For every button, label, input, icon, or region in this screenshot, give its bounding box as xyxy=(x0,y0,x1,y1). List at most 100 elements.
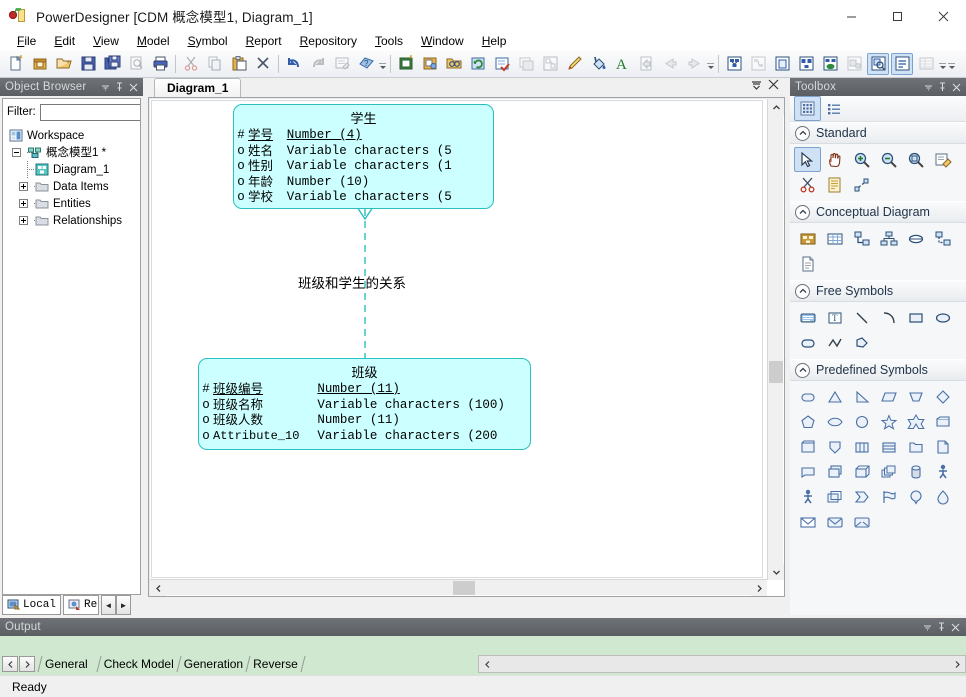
browse-diagram-button[interactable] xyxy=(443,53,465,75)
shape-stack-icon[interactable] xyxy=(821,459,848,484)
diagram-canvas[interactable]: 学生 # 学号 Number (4) o 姓名 Variable charact… xyxy=(151,100,763,578)
print-button[interactable] xyxy=(149,53,171,75)
free-arc-icon[interactable] xyxy=(875,305,902,330)
data-item-list-button[interactable] xyxy=(771,53,793,75)
shape-right-triangle-icon[interactable] xyxy=(848,384,875,409)
menu-repository[interactable]: Repository xyxy=(291,33,366,50)
help-button[interactable]: ? xyxy=(355,53,377,75)
tree-expander-data-items[interactable] xyxy=(19,182,28,191)
browser-menu-icon[interactable] xyxy=(98,79,112,95)
paste-button[interactable] xyxy=(228,53,250,75)
menu-tools[interactable]: Tools xyxy=(366,33,412,50)
shape-columns-icon[interactable] xyxy=(848,434,875,459)
redo-button[interactable] xyxy=(307,53,329,75)
output-scroll-left[interactable] xyxy=(479,656,495,672)
shape-cylinder-icon[interactable] xyxy=(902,459,929,484)
shape-drop-icon[interactable] xyxy=(929,484,956,509)
note-icon[interactable] xyxy=(821,172,848,197)
link-icon[interactable] xyxy=(848,172,875,197)
toolbox-group-free-symbols[interactable]: Free Symbols xyxy=(790,280,966,302)
new-package-button[interactable] xyxy=(29,53,51,75)
shape-diamond-icon[interactable] xyxy=(929,384,956,409)
list-view-icon[interactable] xyxy=(821,96,848,121)
tree-item-diagram[interactable]: Diagram_1 xyxy=(7,161,140,178)
zoom-out-icon[interactable] xyxy=(875,147,902,172)
close-button[interactable] xyxy=(920,0,966,32)
new-model-button[interactable] xyxy=(5,53,27,75)
entity-icon[interactable] xyxy=(794,226,821,251)
shape-actor2-icon[interactable] xyxy=(794,484,821,509)
free-rectangle-icon[interactable] xyxy=(902,305,929,330)
shape-rounded-icon[interactable] xyxy=(794,384,821,409)
menu-view[interactable]: View xyxy=(84,33,128,50)
shape-envelope-back-icon[interactable] xyxy=(848,509,875,534)
shape-trapezoid-icon[interactable] xyxy=(902,384,929,409)
browser-pin-icon[interactable] xyxy=(112,79,126,95)
free-rounded-rect-icon[interactable] xyxy=(794,330,821,355)
tree-item-workspace[interactable]: Workspace xyxy=(7,127,140,144)
free-line-icon[interactable] xyxy=(848,305,875,330)
canvas-scroll-up[interactable] xyxy=(768,99,784,115)
toolbox-menu-icon[interactable] xyxy=(921,79,935,95)
open-model-button[interactable] xyxy=(53,53,75,75)
save-all-button[interactable] xyxy=(101,53,123,75)
tree-expander-entities[interactable] xyxy=(19,199,28,208)
shape-actor-icon[interactable] xyxy=(929,459,956,484)
output-text-area[interactable] xyxy=(2,638,480,655)
zoom-in-icon[interactable] xyxy=(848,147,875,172)
shape-document-icon[interactable] xyxy=(929,434,956,459)
output-pin-icon[interactable] xyxy=(934,619,948,635)
entity-list-button[interactable] xyxy=(723,53,745,75)
browser-tab-repository[interactable]: Re xyxy=(63,595,100,615)
font-button[interactable]: A xyxy=(611,53,633,75)
canvas-hscrollbar[interactable] xyxy=(150,579,767,596)
shape-layers-icon[interactable] xyxy=(821,484,848,509)
toolbar-overflow-4[interactable] xyxy=(947,54,956,74)
menu-report[interactable]: Report xyxy=(237,33,291,50)
toolbox-group-standard[interactable]: Standard xyxy=(790,122,966,144)
shape-flag-icon[interactable] xyxy=(875,484,902,509)
toolbar-overflow-2[interactable] xyxy=(706,54,715,74)
toolbox-pin-icon[interactable] xyxy=(935,79,949,95)
prev-button[interactable] xyxy=(659,53,681,75)
canvas-scroll-down[interactable] xyxy=(768,564,784,580)
shape-parallelogram-icon[interactable] xyxy=(875,384,902,409)
shape-balloon-icon[interactable] xyxy=(902,484,929,509)
fill-color-button[interactable] xyxy=(587,53,609,75)
menu-symbol[interactable]: Symbol xyxy=(179,33,237,50)
file-icon[interactable] xyxy=(794,251,821,276)
browser-close-icon[interactable] xyxy=(126,79,140,95)
format-brush-button[interactable] xyxy=(563,53,585,75)
output-tab-generation[interactable]: Generation xyxy=(183,655,244,673)
output-tab-general[interactable]: General xyxy=(45,655,94,673)
open-package-icon[interactable] xyxy=(929,147,956,172)
toolbar-overflow-3[interactable] xyxy=(938,54,947,74)
shape-triangle-icon[interactable] xyxy=(821,384,848,409)
output-scroll-right[interactable] xyxy=(949,656,965,672)
menu-help[interactable]: Help xyxy=(473,33,516,50)
relationship-list-button[interactable] xyxy=(747,53,769,75)
canvas-hscroll-thumb[interactable] xyxy=(453,581,475,595)
shape-pentagon-icon[interactable] xyxy=(794,409,821,434)
tree-expander-model[interactable] xyxy=(12,148,21,157)
output-tab-reverse[interactable]: Reverse xyxy=(253,655,298,673)
output-menu-icon[interactable] xyxy=(920,619,934,635)
browser-tab-prev[interactable]: ◄ xyxy=(101,595,117,615)
shape-shield-icon[interactable] xyxy=(821,434,848,459)
canvas-vscrollbar[interactable] xyxy=(767,99,784,580)
save-button[interactable] xyxy=(77,53,99,75)
shadow-button[interactable] xyxy=(515,53,537,75)
next-button[interactable] xyxy=(683,53,705,75)
canvas-scroll-right[interactable] xyxy=(751,580,767,596)
shape-table-icon[interactable] xyxy=(875,434,902,459)
grid-view-icon[interactable] xyxy=(794,96,821,121)
tab-close-icon[interactable] xyxy=(768,79,779,90)
canvas-vscroll-thumb[interactable] xyxy=(769,361,783,383)
tab-diagram-1[interactable]: Diagram_1 xyxy=(154,78,242,97)
tree-item-model[interactable]: 概念模型1 * xyxy=(7,144,140,161)
shape-cube-icon[interactable] xyxy=(848,459,875,484)
shape-circle-icon[interactable] xyxy=(848,409,875,434)
data-table-icon[interactable] xyxy=(821,226,848,251)
tree-expander-relationships[interactable] xyxy=(19,216,28,225)
shape-star5-icon[interactable] xyxy=(875,409,902,434)
